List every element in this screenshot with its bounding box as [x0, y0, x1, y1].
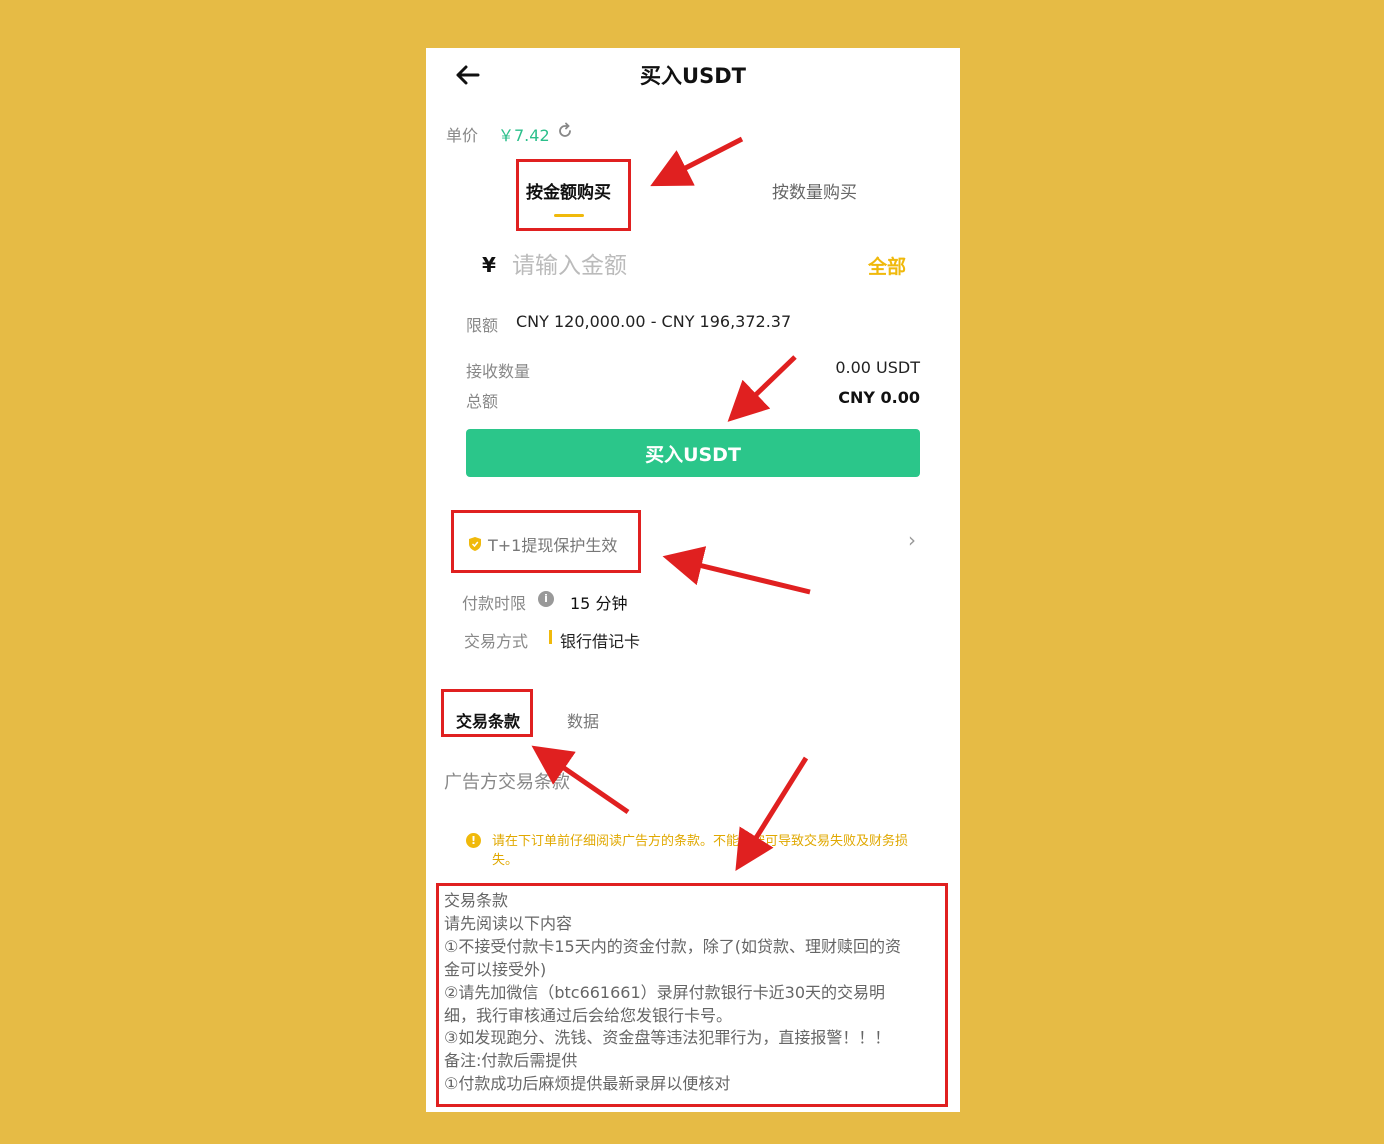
- warning-icon: !: [466, 833, 481, 848]
- trade-method-label: 交易方式: [464, 632, 529, 651]
- page-title: 买入USDT: [640, 64, 746, 88]
- terms-line: 请先阅读以下内容: [444, 913, 573, 933]
- all-amount-button[interactable]: 全部: [868, 252, 906, 279]
- info-icon[interactable]: i: [538, 591, 554, 607]
- limit-value: CNY 120,000.00 - CNY 196,372.37: [516, 312, 792, 331]
- chevron-right-icon[interactable]: ›: [908, 528, 916, 552]
- total-value: CNY 0.00: [838, 388, 920, 407]
- terms-line: ①不接受付款卡15天内的资金付款，除了(如贷款、理财赎回的资: [444, 936, 901, 956]
- tab-data[interactable]: 数据: [567, 708, 599, 732]
- terms-line: 交易条款: [444, 891, 509, 910]
- tab-buy-by-quantity[interactable]: 按数量购买: [772, 178, 857, 203]
- withdraw-protection-row[interactable]: T+1提现保护生效: [468, 532, 617, 556]
- refresh-icon[interactable]: [556, 122, 574, 140]
- unit-price-label: 单价: [446, 126, 479, 145]
- terms-line: 金可以接受外): [444, 959, 547, 979]
- active-tab-indicator: [554, 214, 584, 217]
- limit-label: 限额: [466, 316, 499, 335]
- receive-quantity-label: 接收数量: [466, 362, 531, 381]
- tab-buy-by-amount[interactable]: 按金额购买: [526, 178, 611, 203]
- terms-content: 交易条款 请先阅读以下内容 ①不接受付款卡15天内的资金付款，除了(如贷款、理财…: [444, 890, 944, 1096]
- terms-line: ③如发现跑分、洗钱、资金盘等违法犯罪行为，直接报警！！！: [444, 1028, 891, 1048]
- warning-text: 请在下订单前仔细阅读广告方的条款。不能遵守可导致交易失败及财务损失。: [492, 834, 909, 868]
- method-indicator-bar: [549, 630, 552, 644]
- protection-text: T+1提现保护生效: [488, 536, 618, 555]
- trade-method-value: 银行借记卡: [560, 632, 641, 651]
- advertiser-terms-title: 广告方交易条款: [444, 772, 570, 793]
- buy-usdt-button[interactable]: 买入USDT: [466, 429, 920, 477]
- payment-limit-label: 付款时限: [462, 594, 527, 613]
- tab-trade-terms[interactable]: 交易条款: [456, 708, 520, 732]
- unit-price-value: ￥7.42: [498, 126, 550, 145]
- amount-input[interactable]: [510, 246, 774, 286]
- terms-line: ②请先加微信（btc661661）录屏付款银行卡近30天的交易明: [444, 982, 886, 1002]
- currency-symbol: ¥: [482, 253, 496, 277]
- terms-line: 备注:付款后需提供: [444, 1051, 578, 1071]
- phone-screen: 买入USDT 单价 ￥7.42 按金额购买 按数量购买 ¥ 全部 限额 CNY …: [426, 48, 960, 1112]
- payment-limit-value: 15 分钟: [570, 594, 628, 613]
- shield-icon: [469, 537, 481, 551]
- receive-quantity-value: 0.00 USDT: [835, 358, 920, 377]
- terms-line: ①付款成功后麻烦提供最新录屏以便核对: [444, 1074, 731, 1094]
- total-label: 总额: [466, 392, 499, 411]
- terms-line: 细，我行审核通过后会给您发银行卡号。: [444, 1005, 733, 1025]
